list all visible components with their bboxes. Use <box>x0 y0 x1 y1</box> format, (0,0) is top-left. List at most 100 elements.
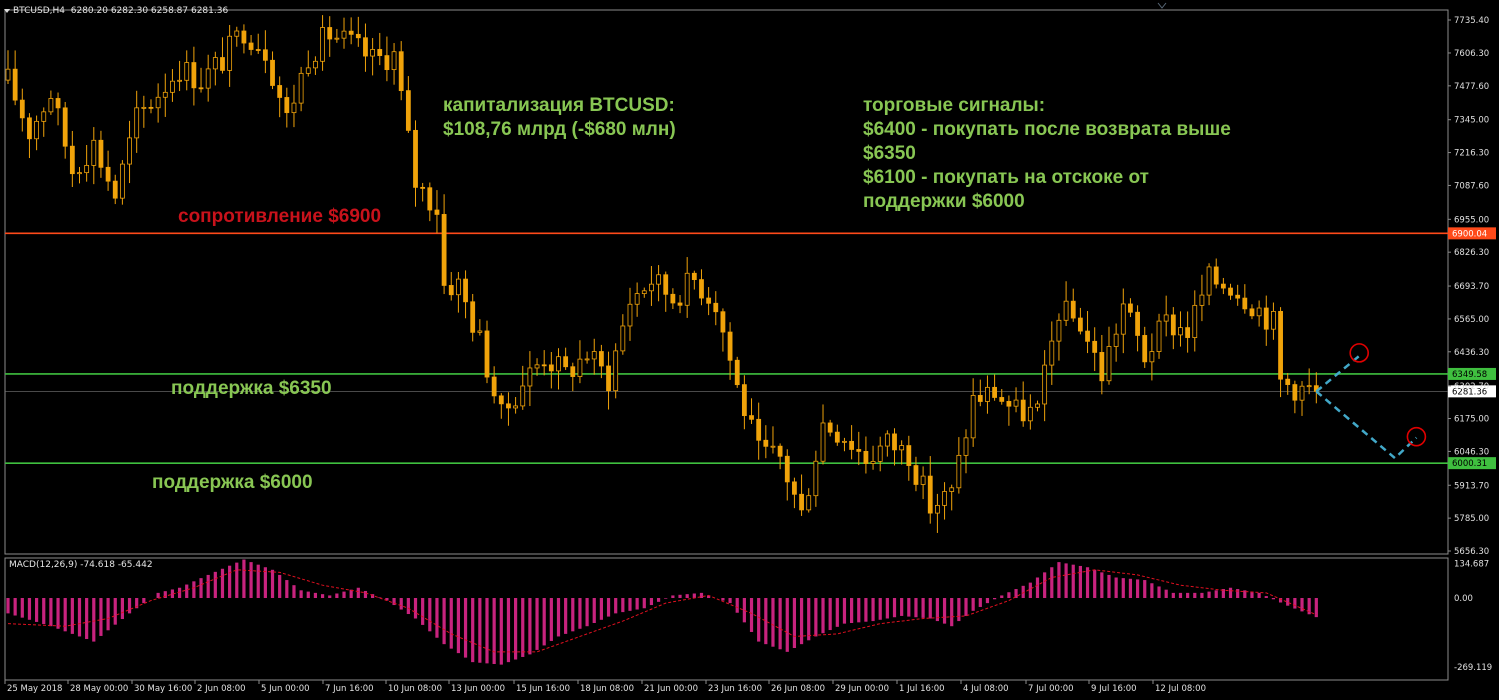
dropdown-arrow-icon[interactable] <box>4 8 10 13</box>
time-tick-label: 5 Jun 00:00 <box>261 684 310 694</box>
candle-body <box>591 351 597 360</box>
time-tick-label: 30 May 16:00 <box>134 684 192 694</box>
candle-body <box>212 57 218 70</box>
candle-body <box>513 405 518 409</box>
candle-body <box>985 386 990 402</box>
candle-body <box>162 91 168 98</box>
price-tick-label: 7345.00 <box>1454 116 1489 126</box>
candle-body <box>641 290 647 294</box>
signals-line-1: торговые сигналы: <box>863 95 1046 116</box>
candle-body <box>205 68 211 89</box>
time-tick-label: 10 Jun 08:00 <box>388 684 442 694</box>
candle-body <box>484 330 490 378</box>
candle-body <box>863 450 869 464</box>
candle-body <box>270 59 275 86</box>
candle-body <box>806 495 812 511</box>
candle-body <box>1099 352 1105 382</box>
candle-body <box>198 87 204 90</box>
candle-body <box>548 364 554 372</box>
candle-body <box>348 30 354 35</box>
candle-body <box>1299 385 1305 401</box>
candle-body <box>606 365 611 392</box>
candle-body <box>749 415 754 420</box>
candle-body <box>777 445 783 457</box>
candle-body <box>148 106 154 109</box>
candle-body <box>620 325 626 352</box>
candle-body <box>820 422 826 462</box>
candle-body <box>734 359 740 386</box>
price-tick-label: 6565.00 <box>1454 315 1489 325</box>
time-tick-label: 9 Jul 16:00 <box>1091 684 1137 694</box>
candle-body <box>77 172 82 175</box>
candle-body <box>327 27 333 40</box>
symbol-label: BTCUSD,H4 <box>13 6 66 16</box>
candle-body <box>1185 327 1191 338</box>
candle-body <box>1278 311 1283 380</box>
candle-body <box>1142 335 1148 363</box>
candle-body <box>370 49 376 57</box>
candle-body <box>298 72 304 104</box>
candle-body <box>763 439 769 447</box>
candle-body <box>649 283 654 292</box>
candle-body <box>491 376 497 397</box>
price-levels[interactable]: 6900.046349.586000.316281.36 <box>5 227 1496 470</box>
candle-body <box>255 49 261 51</box>
candle-body <box>506 403 511 409</box>
candle-body <box>363 37 368 57</box>
candle-body <box>1213 266 1219 285</box>
candle-body <box>927 475 933 514</box>
candle-body <box>1156 320 1162 352</box>
candle-body <box>184 62 190 81</box>
level-price-text: 6000.31 <box>1452 459 1487 469</box>
price-tick-label: 6175.00 <box>1454 415 1489 425</box>
candle-body <box>834 431 840 443</box>
candle-body <box>391 51 397 71</box>
candle-body <box>91 139 97 166</box>
candle-body <box>684 272 690 306</box>
candle-body <box>1006 401 1012 407</box>
candle-body <box>277 85 283 98</box>
candle-body <box>377 49 383 56</box>
price-tick-label: 6302.70 <box>1454 382 1489 392</box>
time-tick-label: 21 Jun 00:00 <box>644 684 698 694</box>
candle-body <box>220 57 225 71</box>
price-chart[interactable]: 6900.046349.586000.316281.36 7735.407606… <box>0 0 1499 700</box>
candle-body <box>1285 378 1291 385</box>
candle-body <box>1163 314 1169 322</box>
scroll-marker-icon <box>1157 2 1167 9</box>
candles <box>5 15 1319 533</box>
price-tick-label: 7477.60 <box>1454 82 1489 92</box>
candle-body <box>19 99 25 119</box>
level-price-text: 6349.58 <box>1452 370 1487 380</box>
price-tick-label: 6436.30 <box>1454 348 1489 358</box>
target-circle-marker <box>1406 426 1427 447</box>
candle-body <box>305 67 311 74</box>
capitalization-annotation: капитализация BTCUSD: $108,76 млрд (-$68… <box>443 94 676 142</box>
time-tick-label: 25 May 2018 <box>7 684 62 694</box>
candle-body <box>1020 399 1026 422</box>
candle-body <box>577 358 583 377</box>
candle-body <box>613 350 619 392</box>
candle-body <box>470 301 476 333</box>
time-tick-label: 4 Jul 08:00 <box>963 684 1009 694</box>
candle-body <box>441 214 447 286</box>
candle-body <box>5 68 11 81</box>
candle-body <box>992 386 997 398</box>
candle-body <box>291 102 297 114</box>
candle-body <box>1135 311 1140 336</box>
candle-body <box>849 440 855 450</box>
price-tick-label: 6826.30 <box>1454 248 1489 258</box>
macd-tick-label: -269.119 <box>1454 663 1492 673</box>
candle-body <box>892 433 897 451</box>
time-axis: 25 May 2018 28 May 00:00 30 May 16:00 2 Jun… <box>4 680 1206 694</box>
time-tick-label: 2 Jun 08:00 <box>197 684 246 694</box>
candle-body <box>670 293 676 304</box>
candle-body <box>1228 287 1233 296</box>
candle-body <box>970 395 976 439</box>
candle-body <box>541 364 547 367</box>
signals-annotation: торговые сигналы: $6400 - покупать после… <box>863 94 1231 214</box>
candle-body <box>62 107 68 147</box>
candle-body <box>405 90 411 131</box>
candle-body <box>434 209 440 215</box>
candle-body <box>584 358 590 361</box>
